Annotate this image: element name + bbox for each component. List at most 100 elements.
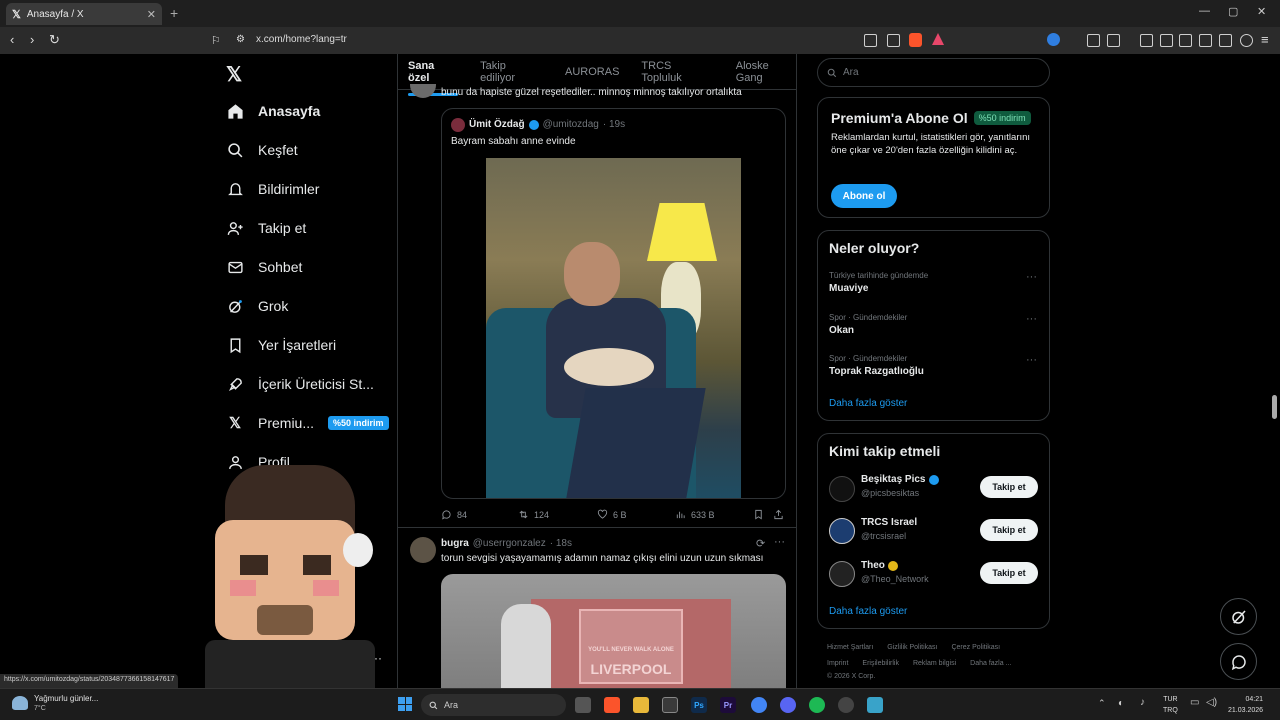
subscribe-button[interactable]: Abone ol: [831, 184, 897, 208]
account-name[interactable]: Theo: [861, 560, 898, 571]
language-indicator[interactable]: TUR TRQ: [1163, 694, 1178, 716]
grok-post-icon[interactable]: ⟳: [756, 537, 765, 550]
grok-fab-icon[interactable]: [1220, 598, 1257, 635]
repost-count[interactable]: 124: [518, 509, 549, 520]
follow-button[interactable]: Takip et: [980, 562, 1038, 584]
post-photo[interactable]: [486, 158, 741, 498]
nav-item-grok[interactable]: Grok: [226, 297, 288, 315]
trend-more-icon[interactable]: ···: [1026, 313, 1037, 325]
minimize-button[interactable]: —: [1199, 5, 1210, 17]
reply-count[interactable]: 84: [441, 509, 467, 520]
account-avatar[interactable]: [829, 518, 855, 544]
sidebar-icon[interactable]: [1179, 34, 1192, 47]
store-icon[interactable]: [662, 697, 678, 713]
extensions-icon[interactable]: [1087, 34, 1100, 47]
footer-link[interactable]: Imprint: [827, 660, 848, 667]
nav-item-bookmarks[interactable]: Yer İşaretleri: [226, 336, 336, 354]
footer-link[interactable]: Gizlilik Politikası: [887, 644, 937, 651]
footer-link[interactable]: Daha fazla ...: [970, 660, 1011, 667]
post2-author-handle[interactable]: @userrgonzalez: [473, 538, 546, 549]
who-to-follow-show-more[interactable]: Daha fazla göster: [829, 606, 907, 617]
trend-more-icon[interactable]: ···: [1026, 271, 1037, 283]
extension-icon[interactable]: [1047, 33, 1060, 46]
trend-name[interactable]: Toprak Razgatlıoğlu: [829, 366, 924, 377]
view-count[interactable]: 633 B: [675, 509, 715, 520]
tab-auroras[interactable]: AURORAS: [565, 66, 619, 78]
post2-avatar[interactable]: [410, 537, 436, 563]
menu-icon[interactable]: ≡: [1261, 32, 1269, 47]
chrome-icon[interactable]: [751, 697, 767, 713]
premiere-icon[interactable]: Pr: [720, 697, 736, 713]
browser-tab[interactable]: 𝕏 Anasayfa / X ✕: [6, 3, 162, 25]
start-icon[interactable]: [398, 697, 412, 711]
forward-icon[interactable]: ›: [30, 32, 34, 47]
messages-fab-icon[interactable]: [1220, 643, 1257, 680]
tab-trcs-topluluk[interactable]: TRCS Topluluk: [641, 60, 713, 84]
footer-link[interactable]: Çerez Politikası: [951, 644, 1000, 651]
brave-icon[interactable]: [604, 697, 620, 713]
follow-button[interactable]: Takip et: [980, 476, 1038, 498]
network-icon[interactable]: ▭: [1190, 697, 1199, 708]
volume-icon[interactable]: ◁): [1206, 697, 1217, 708]
clock[interactable]: 04:21 21.03.2026: [1228, 694, 1263, 716]
spotify-icon[interactable]: [809, 697, 825, 713]
footer-link[interactable]: Erişilebilirlik: [862, 660, 899, 667]
tray-app-icon[interactable]: ◐: [1118, 698, 1124, 709]
tab-following[interactable]: Takip ediliyor: [480, 60, 543, 84]
tab-aloske-gang[interactable]: Aloske Gang: [736, 60, 796, 84]
nav-item-follow[interactable]: Takip et: [226, 219, 306, 237]
file-explorer-icon[interactable]: [633, 697, 649, 713]
account-name[interactable]: Beşiktaş Pics: [861, 474, 939, 485]
vpn-icon[interactable]: [1240, 34, 1253, 47]
discord-icon[interactable]: [780, 697, 796, 713]
bookmark-page-icon[interactable]: ⚐: [211, 34, 221, 47]
nav-item-notifications[interactable]: Bildirimler: [226, 180, 319, 198]
nav-item-explore[interactable]: Keşfet: [226, 141, 298, 159]
tray-overflow-icon[interactable]: ⌃: [1098, 698, 1106, 709]
brave-rewards-icon[interactable]: [932, 33, 944, 45]
nav-item-premium[interactable]: 𝕏 Premiu... %50 indirim: [226, 414, 389, 432]
notes-icon[interactable]: [867, 697, 883, 713]
trend-name[interactable]: Muaviye: [829, 283, 868, 294]
post2-author-name[interactable]: bugra: [441, 538, 469, 549]
follow-button[interactable]: Takip et: [980, 519, 1038, 541]
download-icon[interactable]: [1140, 34, 1153, 47]
footer-link[interactable]: Hizmet Şartları: [827, 644, 873, 651]
new-tab-button[interactable]: +: [170, 5, 178, 21]
x-home-logo[interactable]: 𝕏: [226, 62, 242, 87]
share-post-icon[interactable]: [773, 509, 784, 520]
nav-item-chat[interactable]: Sohbet: [226, 258, 302, 276]
task-view-icon[interactable]: [575, 697, 591, 713]
screenshot-icon[interactable]: [1107, 34, 1120, 47]
weather-title[interactable]: Yağmurlu günler...: [34, 694, 98, 703]
media-icon[interactable]: [1160, 34, 1173, 47]
share-icon[interactable]: [887, 34, 900, 47]
trend-more-icon[interactable]: ···: [1026, 354, 1037, 366]
maximize-button[interactable]: ▢: [1228, 5, 1238, 18]
account-avatar[interactable]: [829, 476, 855, 502]
taskbar-search[interactable]: Ara: [421, 694, 566, 716]
url-field[interactable]: x.com/home?lang=tr: [256, 34, 347, 45]
tab-for-you[interactable]: Sana özel: [408, 60, 459, 96]
reload-icon[interactable]: ↻: [49, 32, 60, 48]
page-scrollbar[interactable]: [1272, 395, 1277, 419]
post2-media[interactable]: YOU'LL NEVER WALK ALONE LIVERPOOL: [441, 574, 786, 688]
post-more-icon[interactable]: ···: [774, 536, 785, 548]
nav-item-home[interactable]: Anasayfa: [226, 102, 320, 120]
trends-show-more[interactable]: Daha fazla göster: [829, 398, 907, 409]
brave-shield-icon[interactable]: [909, 33, 922, 47]
steam-icon[interactable]: [838, 697, 854, 713]
leo-icon[interactable]: [1219, 34, 1232, 47]
site-settings-icon[interactable]: ⚙: [236, 34, 245, 45]
bookmark-post-icon[interactable]: [753, 509, 764, 520]
account-avatar[interactable]: [829, 561, 855, 587]
footer-link[interactable]: Reklam bilgisi: [913, 660, 956, 667]
close-window-button[interactable]: ✕: [1257, 5, 1266, 18]
weather-icon[interactable]: [12, 696, 28, 710]
wallet-icon[interactable]: [1199, 34, 1212, 47]
quoted-post[interactable]: Ümit Özdağ @umitozdag · 19s Bayram sabah…: [441, 108, 786, 499]
account-name[interactable]: TRCS Israel: [861, 517, 917, 528]
search-input[interactable]: Ara: [817, 58, 1050, 87]
post-avatar[interactable]: [410, 84, 436, 98]
microphone-icon[interactable]: ♪: [1140, 697, 1145, 708]
